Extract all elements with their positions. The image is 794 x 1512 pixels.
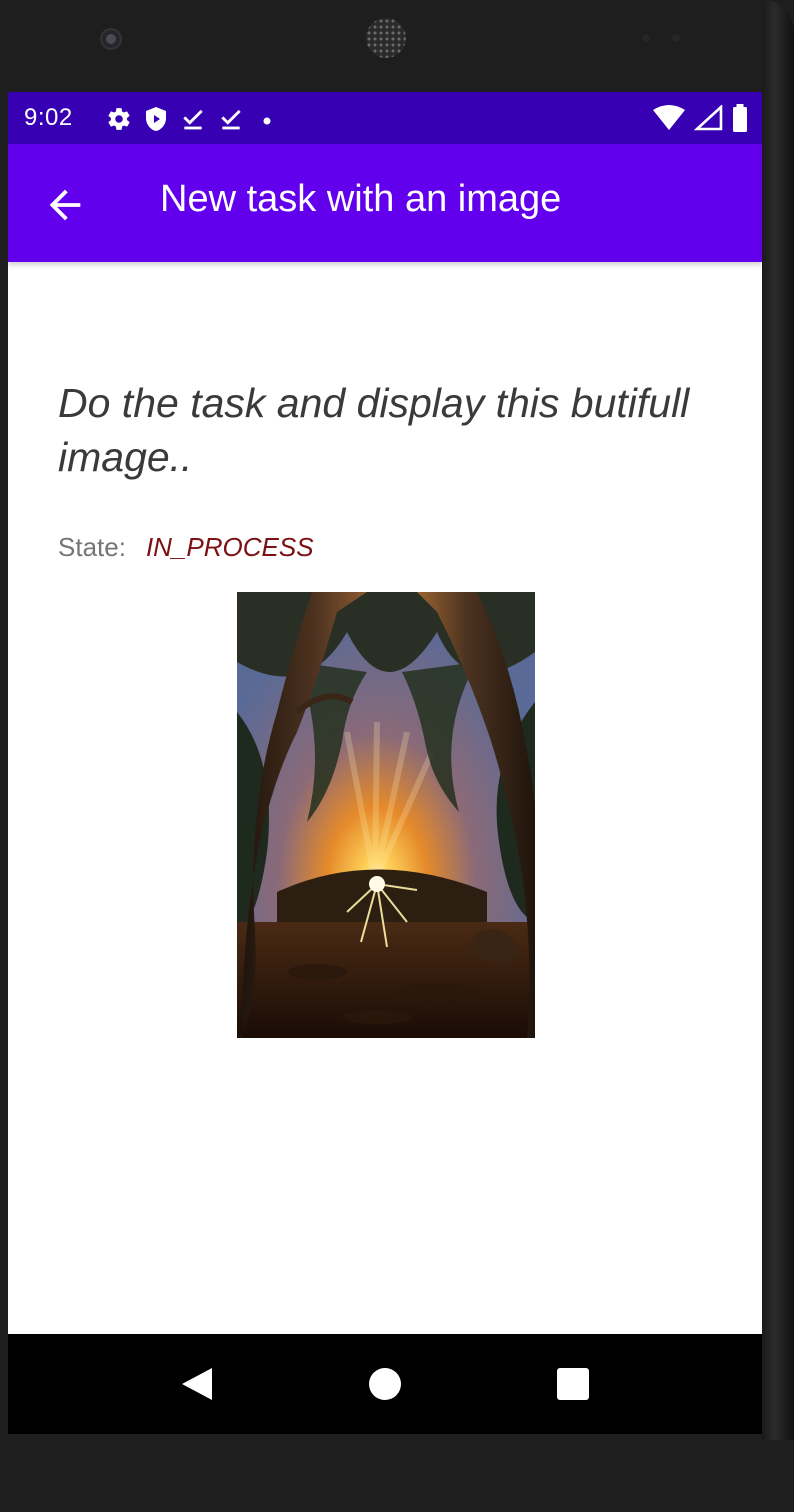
settings-icon: [108, 108, 130, 130]
signal-icon: [694, 105, 723, 131]
shield-icon: [146, 107, 166, 131]
arrow-back-icon: [49, 189, 81, 221]
notification-icons: [106, 106, 278, 132]
device-side-edge: [762, 0, 794, 1440]
page-title: New task with an image: [160, 178, 562, 220]
task-detail-content: Do the task and display this butifull im…: [8, 262, 762, 1334]
earpiece-speaker: [366, 18, 406, 58]
task-description: Do the task and display this butifull im…: [58, 380, 690, 480]
download-done-icon: [221, 109, 241, 130]
phone-screen: 9:02 New task with an image Do the task …: [8, 92, 762, 1434]
proximity-sensor: [642, 34, 650, 42]
recents-square-icon: [557, 1368, 589, 1400]
home-circle-icon: [369, 1368, 401, 1400]
nav-recents-button[interactable]: [553, 1364, 593, 1404]
forest-sunset-photo: [237, 592, 535, 1038]
app-bar: New task with an image: [8, 144, 762, 262]
dot-icon: [263, 117, 271, 125]
back-button[interactable]: [42, 182, 88, 228]
nav-back-button[interactable]: [178, 1364, 218, 1404]
status-time: 9:02: [24, 104, 73, 131]
nav-home-button[interactable]: [365, 1364, 405, 1404]
state-label: State:: [58, 532, 126, 562]
light-sensor: [672, 34, 680, 42]
download-done-icon: [183, 109, 203, 130]
system-nav-bar: [8, 1334, 762, 1434]
task-image: [237, 592, 535, 1038]
battery-icon: [733, 104, 747, 132]
status-bar: 9:02: [8, 92, 762, 144]
system-status-icons: [652, 104, 748, 132]
front-camera: [100, 28, 122, 50]
back-triangle-icon: [182, 1368, 212, 1400]
state-value: IN_PROCESS: [145, 532, 314, 562]
state-row: State: IN_PROCESS: [58, 532, 314, 563]
wifi-icon: [653, 105, 685, 130]
